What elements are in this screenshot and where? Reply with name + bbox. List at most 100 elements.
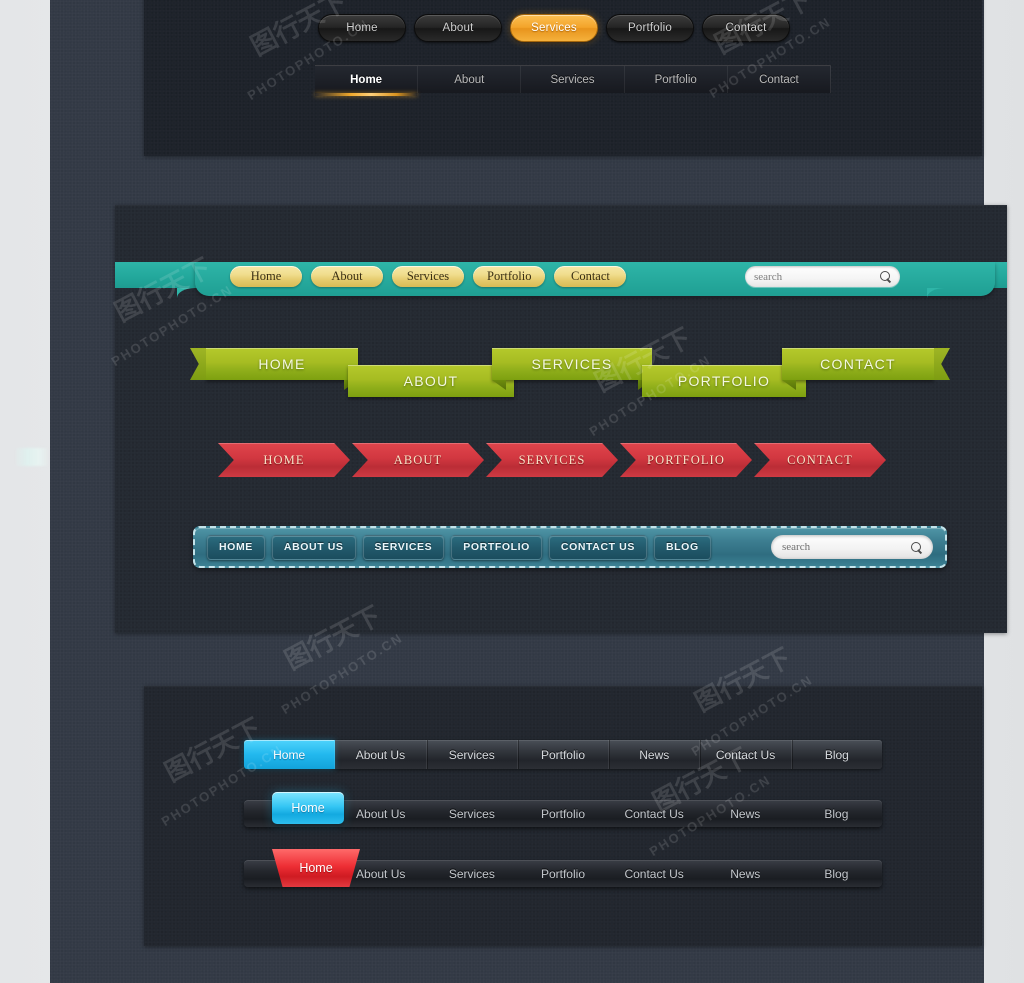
dark3-label: About Us [356,866,406,881]
blue-search-wrapper: search [771,535,933,559]
tab-item-contact[interactable]: Contact [728,66,830,93]
dark2-item-blog[interactable]: Blog [791,807,882,821]
dark1-label: About Us [355,747,406,762]
tab-item-services[interactable]: Services [521,66,625,93]
dark3-label: Contact Us [624,866,684,881]
teal-search-box[interactable]: search [745,266,900,287]
stitched-blue-nav: HOME ABOUT US SERVICES PORTFOLIO CONTACT… [193,526,947,568]
teal-banner-nav: Home About Services Portfolio Contact se… [115,262,1007,296]
blue-search-box[interactable]: search [771,535,933,559]
teal-label: Services [406,269,450,283]
blue-item-home[interactable]: HOME [207,534,265,560]
teal-item-services[interactable]: Services [392,266,464,287]
teal-item-portfolio[interactable]: Portfolio [473,266,546,287]
teal-item-contact[interactable]: Contact [554,266,627,287]
dark1-item-contact-us[interactable]: Contact Us [700,740,792,769]
teal-label: Home [250,269,282,283]
blue-label: PORTFOLIO [463,541,530,553]
blue-item-contact-us[interactable]: CONTACT US [548,534,647,560]
green-ribbon-nav: HOME ABOUT SERVICES PORTFOLIO CONTACT [190,343,950,401]
tab-label: About [454,73,485,86]
dark2-label: Portfolio [540,806,585,821]
dark3-item-services[interactable]: Services [426,867,517,881]
dark1-item-portfolio[interactable]: Portfolio [518,740,610,769]
dark2-label: About Us [356,806,406,821]
glossy-pill-nav: Home About Services Portfolio Contact [318,14,790,42]
dark3-label: News [730,866,761,881]
pill-item-contact[interactable]: Contact [702,14,790,42]
dark3-active-label: Home [299,861,333,875]
pill-item-about[interactable]: About [414,14,502,42]
teal-item-home[interactable]: Home [230,266,302,287]
teal-item-about[interactable]: About [311,266,383,287]
tab-item-about[interactable]: About [418,66,522,93]
teal-search-input[interactable]: search [754,271,880,283]
pill-item-services[interactable]: Services [510,14,598,42]
blue-item-about-us[interactable]: ABOUT US [271,534,356,560]
dark2-item-home[interactable]: Home [272,792,344,824]
blue-search-input[interactable]: search [782,541,911,553]
green-label: HOME [258,356,306,372]
pill-label: Portfolio [628,22,672,34]
dark1-item-home[interactable]: Home [244,740,336,769]
search-icon[interactable] [880,271,891,282]
teal-label: About [331,269,363,283]
dark2-item-contact-us[interactable]: Contact Us [609,807,700,821]
red-item-services[interactable]: SERVICES [486,443,618,477]
green-item-about[interactable]: ABOUT [348,365,514,397]
blue-item-portfolio[interactable]: PORTFOLIO [451,534,542,560]
tab-label: Contact [759,73,799,86]
dark-bar-raised-red-tab-nav: Home About Us Services Portfolio Contact… [244,849,882,887]
dark2-label: Contact Us [624,806,684,821]
dark1-item-news[interactable]: News [609,740,701,769]
pill-item-portfolio[interactable]: Portfolio [606,14,694,42]
green-item-contact[interactable]: CONTACT [782,348,950,390]
dark1-label: Contact Us [715,747,776,762]
tab-label: Home [350,73,383,86]
teal-notch-left [177,288,195,298]
blue-item-blog[interactable]: BLOG [653,534,711,560]
dark3-item-home[interactable]: Home [272,849,360,887]
teal-label: Portfolio [487,269,532,283]
dark2-item-about-us[interactable]: About Us [335,807,426,821]
dark2-label: Services [448,806,495,821]
dark3-label: Blog [824,866,849,881]
dark1-label: Blog [824,747,849,762]
dark3-item-blog[interactable]: Blog [791,867,882,881]
red-item-contact[interactable]: CONTACT [754,443,886,477]
dark3-item-contact-us[interactable]: Contact Us [609,867,700,881]
dark1-item-about-us[interactable]: About Us [335,740,427,769]
dark3-item-news[interactable]: News [700,867,791,881]
dark1-label: News [639,747,670,762]
red-item-about[interactable]: ABOUT [352,443,484,477]
blue-label: SERVICES [374,541,433,553]
side-mark-left [16,448,48,466]
blue-label: ABOUT US [283,541,344,553]
teal-search-wrapper: search [745,266,900,287]
green-tail-left [190,348,206,380]
green-item-services[interactable]: SERVICES [492,348,652,390]
dark1-item-services[interactable]: Services [427,740,518,769]
red-label: HOME [263,452,305,467]
red-item-home[interactable]: HOME [218,443,350,477]
green-item-home[interactable]: HOME [190,348,358,390]
dark2-item-news[interactable]: News [700,807,791,821]
search-icon[interactable] [911,541,922,553]
dark2-item-portfolio[interactable]: Portfolio [517,807,608,821]
green-label: SERVICES [531,356,613,372]
green-label: PORTFOLIO [677,373,771,389]
dark2-label: News [730,806,761,821]
dark1-item-blog[interactable]: Blog [792,740,882,769]
red-item-portfolio[interactable]: PORTFOLIO [620,443,752,477]
pill-item-home[interactable]: Home [318,14,406,42]
tab-item-portfolio[interactable]: Portfolio [625,66,728,93]
dark1-label: Services [448,747,495,762]
dark2-item-services[interactable]: Services [426,807,517,821]
blue-item-services[interactable]: SERVICES [362,534,445,560]
dark1-label: Home [273,747,306,762]
red-label: ABOUT [393,452,443,467]
dark3-item-portfolio[interactable]: Portfolio [517,867,608,881]
tab-item-home[interactable]: Home [315,66,419,96]
dark-bar-cyan-active-nav: Home About Us Services Portfolio News Co… [244,740,882,769]
teal-label: Contact [571,269,610,283]
